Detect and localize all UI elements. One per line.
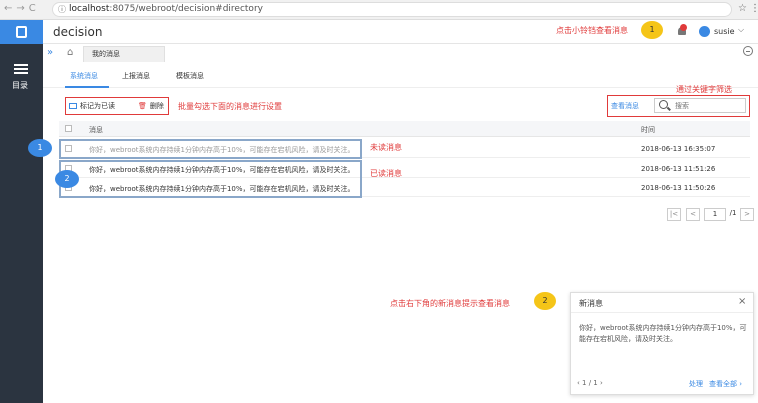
page-title: decision bbox=[53, 25, 103, 39]
column-message: 消息 bbox=[89, 126, 103, 134]
address-bar[interactable]: localhost:8075/webroot/decision#director… bbox=[52, 2, 732, 17]
new-message-popup[interactable]: 新消息 × 你好，webroot系统内存持续1分钟内存高于10%，可能存在宕机风… bbox=[570, 292, 754, 395]
annotation-badge-1: 1 bbox=[641, 21, 663, 39]
handle-button[interactable]: 处理 bbox=[689, 379, 703, 389]
popup-pager[interactable]: ‹ 1 / 1 › bbox=[577, 379, 603, 387]
page-number-input[interactable]: 1 bbox=[704, 208, 726, 221]
home-icon[interactable]: ⌂ bbox=[67, 47, 73, 58]
row-time: 2018-06-13 11:50:26 bbox=[641, 184, 716, 192]
unread-row-highlight bbox=[59, 139, 362, 159]
mark-read-button[interactable]: 标记为已读 bbox=[69, 101, 115, 111]
annotation-unread: 未读消息 bbox=[370, 143, 402, 152]
envelope-icon bbox=[69, 103, 77, 109]
tab-strip: » ⌂ 我的消息 bbox=[43, 44, 758, 62]
close-icon[interactable]: × bbox=[738, 296, 746, 307]
annotation-badge-2: 2 bbox=[534, 292, 556, 310]
trash-icon: 🗑 bbox=[138, 102, 147, 110]
chevron-down-icon[interactable]: ⌵ bbox=[738, 25, 744, 35]
username[interactable]: susie bbox=[714, 27, 735, 36]
browser-nav-icons[interactable]: ←→C bbox=[4, 3, 40, 14]
collapse-icon[interactable] bbox=[743, 46, 753, 56]
sidebar-item-directory[interactable]: 目录 bbox=[12, 80, 28, 91]
read-rows-highlight bbox=[59, 160, 362, 198]
annotation-batch-hint: 批量勾选下面的消息进行设置 bbox=[178, 102, 282, 111]
first-page-button[interactable]: |< bbox=[667, 208, 681, 221]
view-message-button[interactable]: 查看消息 bbox=[611, 101, 639, 111]
popup-header: 新消息 × bbox=[571, 293, 753, 313]
tab-report-messages[interactable]: 上报消息 bbox=[122, 71, 150, 81]
menu-icon[interactable]: ⋮ bbox=[750, 3, 758, 14]
search-box[interactable] bbox=[654, 98, 746, 113]
tab-template-messages[interactable]: 模板消息 bbox=[176, 71, 204, 81]
popup-body: 你好，webroot系统内存持续1分钟内存高于10%，可能存在宕机风险，请及时关… bbox=[579, 324, 747, 343]
sidebar: 目录 bbox=[0, 20, 43, 403]
message-type-tabs: 系统消息 上报消息 模板消息 bbox=[43, 62, 758, 88]
avatar[interactable] bbox=[699, 26, 710, 37]
delete-button[interactable]: 🗑 删除 bbox=[138, 101, 164, 111]
annotation-circle-1: 1 bbox=[28, 139, 52, 157]
list-icon[interactable] bbox=[14, 64, 28, 76]
popup-footer: ‹ 1 / 1 › 处理 查看全部 › bbox=[571, 377, 753, 391]
bell-icon[interactable] bbox=[677, 24, 687, 37]
prev-page-button[interactable]: < bbox=[686, 208, 700, 221]
active-tab-indicator bbox=[65, 86, 109, 88]
column-time: 时间 bbox=[641, 126, 655, 134]
row-time: 2018-06-13 16:35:07 bbox=[641, 145, 716, 153]
annotation-read: 已读消息 bbox=[370, 169, 402, 178]
annotation-popup-hint: 点击右下角的新消息提示查看消息 bbox=[390, 299, 510, 308]
browser-bar: ←→C localhost:8075/webroot/decision#dire… bbox=[0, 0, 758, 20]
popup-title: 新消息 bbox=[579, 299, 603, 308]
url-host: localhost bbox=[69, 4, 110, 14]
url-path: :8075/webroot/decision#directory bbox=[109, 4, 263, 14]
tab-my-messages[interactable]: 我的消息 bbox=[83, 46, 165, 62]
view-all-button[interactable]: 查看全部 › bbox=[709, 379, 742, 389]
tab-system-messages[interactable]: 系统消息 bbox=[70, 71, 98, 81]
toolbar: 标记为已读 🗑 删除 查看消息 bbox=[43, 92, 758, 120]
expand-icon[interactable]: » bbox=[47, 47, 53, 58]
annotation-bell-hint: 点击小铃铛查看消息 bbox=[556, 26, 628, 35]
info-icon[interactable]: ⓘ bbox=[58, 4, 66, 15]
search-icon bbox=[659, 100, 671, 111]
annotation-circle-2: 2 bbox=[55, 170, 79, 188]
page-total: /1 bbox=[729, 209, 737, 217]
row-time: 2018-06-13 11:51:26 bbox=[641, 165, 716, 173]
next-page-button[interactable]: > bbox=[740, 208, 754, 221]
logo[interactable] bbox=[0, 20, 43, 44]
search-input[interactable] bbox=[675, 100, 743, 111]
table-header: 消息 时间 bbox=[59, 121, 750, 137]
select-all-checkbox[interactable] bbox=[65, 125, 72, 132]
star-icon[interactable]: ☆ bbox=[738, 3, 747, 14]
